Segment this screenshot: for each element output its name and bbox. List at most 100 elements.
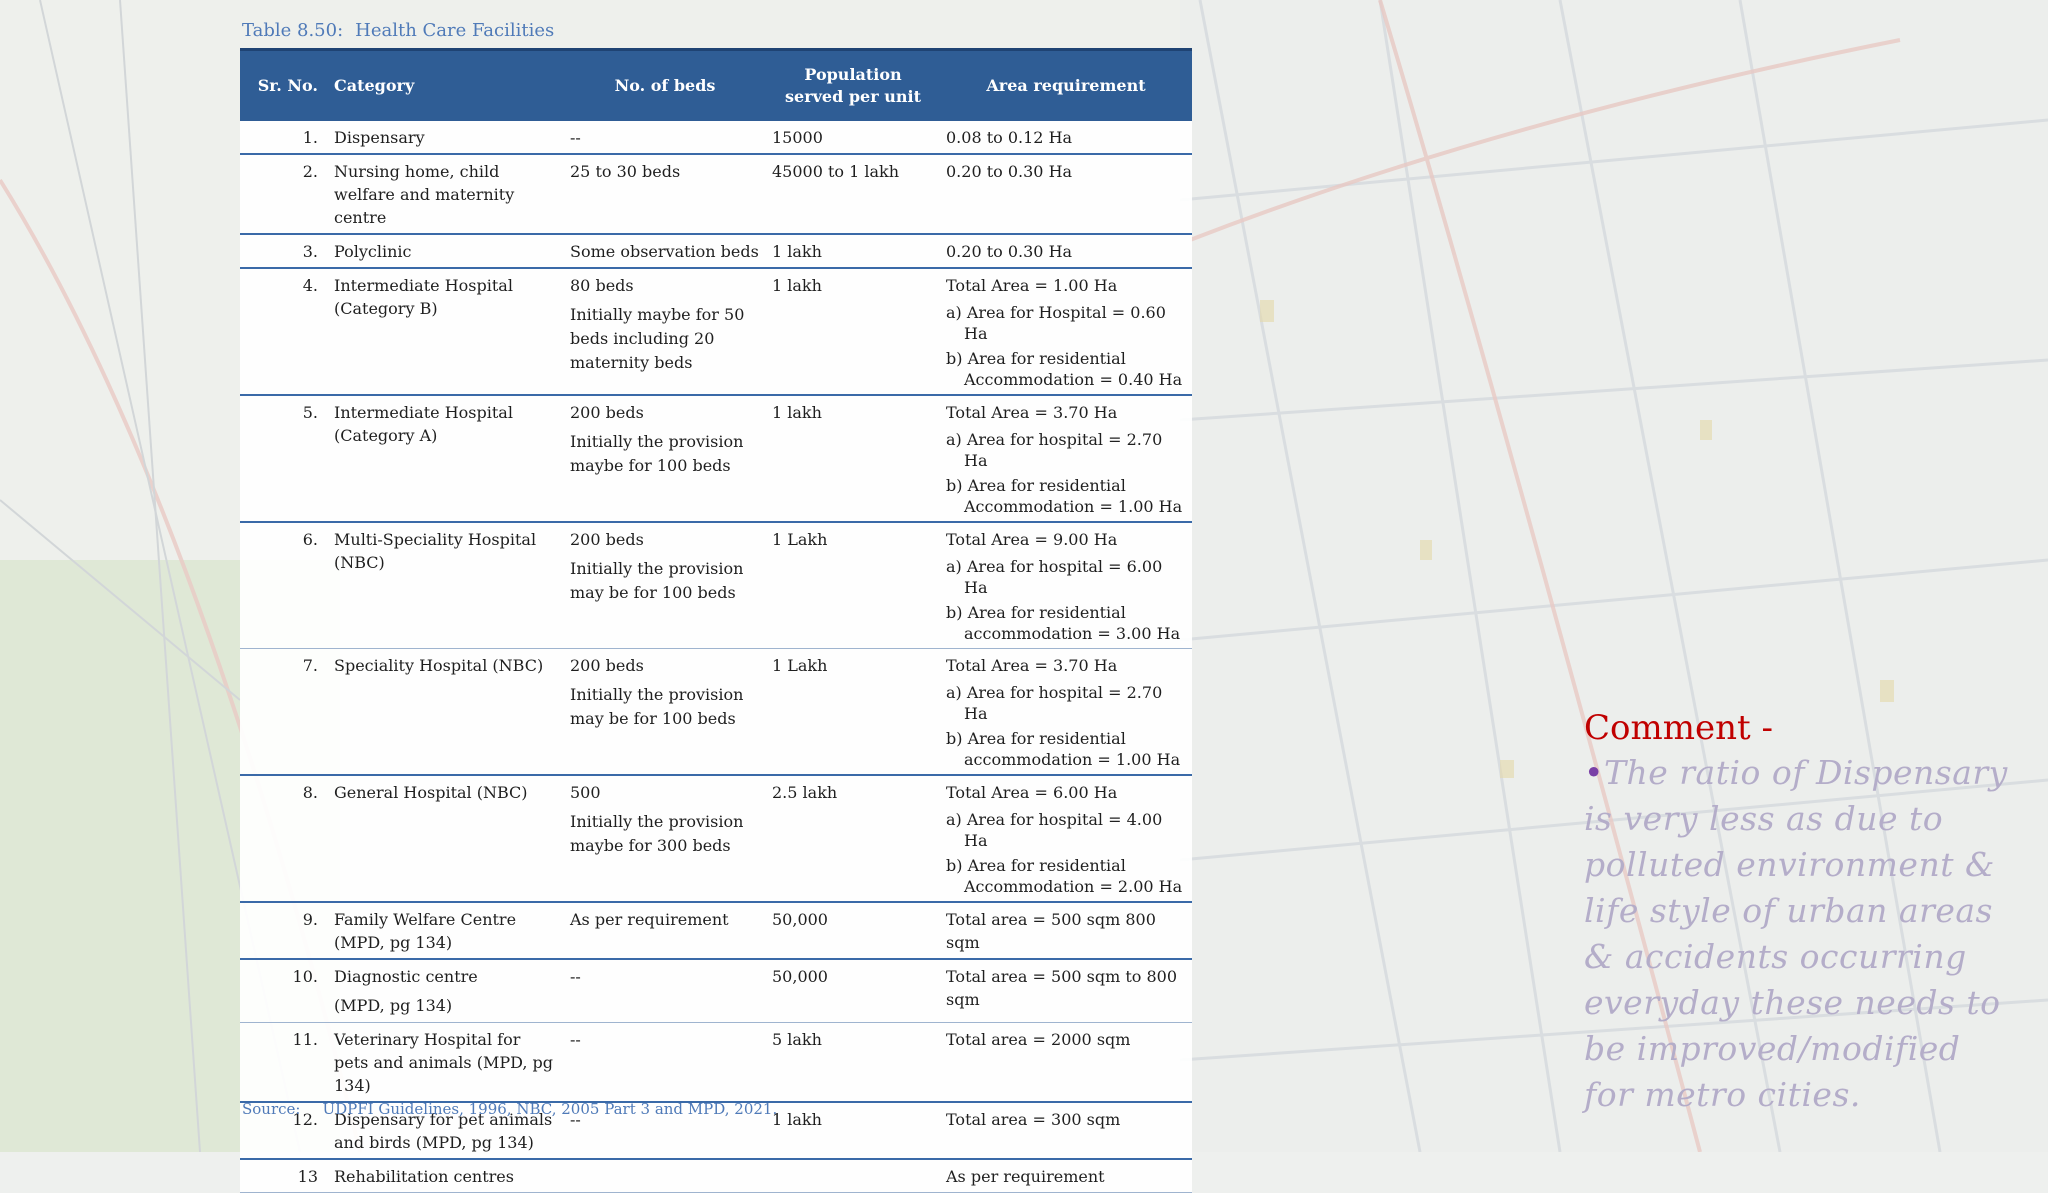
beds-count: 200 beds: [570, 656, 644, 675]
beds-count: 200 beds: [570, 530, 644, 549]
comment-box: Comment - •The ratio of Dispensary is ve…: [1584, 706, 2014, 1118]
area-total: 0.20 to 0.30 Ha: [946, 162, 1073, 181]
cell-area: Total Area = 9.00 Ha a) Area for hospita…: [940, 522, 1192, 649]
cell-population: [766, 1159, 940, 1193]
cell-population: 2.5 lakh: [766, 775, 940, 903]
cell-population: 1 lakh: [766, 1102, 940, 1160]
cell-category: Family Welfare Centre (MPD, pg 134): [328, 902, 564, 960]
bullet-icon: •: [1584, 753, 1604, 792]
cell-population: 45000 to 1 lakh: [766, 154, 940, 235]
cell-population: 1 Lakh: [766, 648, 940, 776]
table-row: 5. Intermediate Hospital (Category A) 20…: [240, 395, 1192, 523]
cell-population: 15000: [766, 121, 940, 155]
cell-beds: --: [564, 1022, 766, 1103]
cell-category: General Hospital (NBC): [328, 775, 564, 903]
beds-note: Initially the provision maybe for 100 be…: [570, 432, 744, 475]
area-total: Total area = 500 sqm to 800 sqm: [946, 967, 1178, 1009]
area-item-a: a) Area for hospital = 2.70 Ha: [946, 683, 1163, 723]
beds-count: 80 beds: [570, 276, 634, 295]
cell-beds: Some observation beds: [564, 234, 766, 269]
cell-beds: 200 beds Initially the provision may be …: [564, 648, 766, 776]
cell-area: Total area = 300 sqm: [940, 1102, 1192, 1160]
area-total: Total Area = 3.70 Ha: [946, 656, 1118, 675]
table-row: 7. Speciality Hospital (NBC) 200 beds In…: [240, 648, 1192, 776]
area-total: As per requirement: [946, 1167, 1105, 1186]
cell-area: 0.08 to 0.12 Ha: [940, 121, 1192, 155]
table-title: Health Care Facilities: [355, 20, 555, 41]
table-header-row: Sr. No. Category No. of beds Population …: [240, 48, 1192, 121]
cell-category: Intermediate Hospital (Category B): [328, 268, 564, 396]
cell-beds: [564, 1159, 766, 1193]
area-item-a: a) Area for hospital = 4.00 Ha: [946, 810, 1163, 850]
cell-sr: 13: [240, 1159, 328, 1193]
table-row: 6. Multi-Speciality Hospital (NBC) 200 b…: [240, 522, 1192, 649]
cell-beds: 500 Initially the provision maybe for 30…: [564, 775, 766, 903]
source-text: UDPFI Guidelines, 1996, NBC, 2005 Part 3…: [322, 1100, 778, 1118]
cell-area: Total area = 500 sqm 800 sqm: [940, 902, 1192, 960]
table-row: 11. Veterinary Hospital for pets and ani…: [240, 1022, 1192, 1103]
area-total: Total area = 500 sqm 800 sqm: [946, 910, 1156, 952]
beds-note: Initially the provision may be for 100 b…: [570, 685, 744, 728]
cell-category: Diagnostic centre (MPD, pg 134): [328, 959, 564, 1023]
area-item-b: b) Area for residential Accommodation = …: [946, 476, 1183, 516]
cell-area: Total Area = 3.70 Ha a) Area for hospita…: [940, 648, 1192, 776]
cell-beds: 200 beds Initially the provision may be …: [564, 522, 766, 649]
cell-sr: 6.: [240, 522, 328, 649]
cell-sr: 3.: [240, 234, 328, 269]
cell-sr: 9.: [240, 902, 328, 960]
comment-text: The ratio of Dispensary is very less as …: [1584, 753, 2008, 1114]
cell-area: Total Area = 1.00 Ha a) Area for Hospita…: [940, 268, 1192, 396]
cell-category: Dispensary: [328, 121, 564, 155]
cell-population: 1 lakh: [766, 395, 940, 523]
cell-population: 50,000: [766, 959, 940, 1023]
cell-beds: 80 beds Initially maybe for 50 beds incl…: [564, 268, 766, 396]
area-item-a: a) Area for hospital = 2.70 Ha: [946, 430, 1163, 470]
cell-population: 5 lakh: [766, 1022, 940, 1103]
cell-sr: 7.: [240, 648, 328, 776]
cell-sr: 8.: [240, 775, 328, 903]
area-total: Total Area = 3.70 Ha: [946, 403, 1118, 422]
cell-population: 1 Lakh: [766, 522, 940, 649]
header-sr-no: Sr. No.: [240, 48, 328, 121]
cell-sr: 5.: [240, 395, 328, 523]
beds-note: Initially the provision may be for 100 b…: [570, 559, 744, 602]
comment-title: Comment -: [1584, 708, 1773, 748]
cell-beds: 25 to 30 beds: [564, 154, 766, 235]
source-label: Source:: [242, 1100, 301, 1118]
cell-sr: 4.: [240, 268, 328, 396]
area-total: 0.20 to 0.30 Ha: [946, 242, 1073, 261]
cell-beds: --: [564, 121, 766, 155]
beds-count: 200 beds: [570, 403, 644, 422]
slide: Table 8.50: Health Care Facilities Sr. N…: [0, 0, 2048, 1193]
area-total: Total area = 300 sqm: [946, 1110, 1121, 1129]
cell-sr: 2.: [240, 154, 328, 235]
table-row: 1. Dispensary -- 15000 0.08 to 0.12 Ha: [240, 121, 1192, 155]
cell-area: 0.20 to 0.30 Ha: [940, 234, 1192, 269]
table-row: 9. Family Welfare Centre (MPD, pg 134) A…: [240, 902, 1192, 960]
table-row: 10. Diagnostic centre (MPD, pg 134) -- 5…: [240, 959, 1192, 1023]
cell-category: Rehabilitation centres: [328, 1159, 564, 1193]
table-number: Table 8.50:: [242, 20, 344, 41]
cell-sr: 10.: [240, 959, 328, 1023]
category-name: Diagnostic centre: [334, 967, 478, 986]
cell-category: Polyclinic: [328, 234, 564, 269]
cell-category: Nursing home, child welfare and maternit…: [328, 154, 564, 235]
cell-area: Total area = 2000 sqm: [940, 1022, 1192, 1103]
area-total: Total area = 2000 sqm: [946, 1030, 1131, 1049]
table-row: 8. General Hospital (NBC) 500 Initially …: [240, 775, 1192, 903]
area-total: Total Area = 6.00 Ha: [946, 783, 1118, 802]
area-total: 0.08 to 0.12 Ha: [946, 128, 1073, 147]
cell-category: Veterinary Hospital for pets and animals…: [328, 1022, 564, 1103]
table-source: Source: UDPFI Guidelines, 1996, NBC, 200…: [242, 1100, 777, 1118]
cell-area: Total area = 500 sqm to 800 sqm: [940, 959, 1192, 1023]
area-item-b: b) Area for residential Accommodation = …: [946, 349, 1183, 389]
cell-area: 0.20 to 0.30 Ha: [940, 154, 1192, 235]
cell-area: As per requirement: [940, 1159, 1192, 1193]
table-row: 4. Intermediate Hospital (Category B) 80…: [240, 268, 1192, 396]
cell-beds: --: [564, 959, 766, 1023]
area-item-b: b) Area for residential Accommodation = …: [946, 856, 1183, 896]
cell-area: Total Area = 6.00 Ha a) Area for hospita…: [940, 775, 1192, 903]
comment-body: •The ratio of Dispensary is very less as…: [1584, 750, 2014, 1118]
cell-sr: 11.: [240, 1022, 328, 1103]
health-facilities-table: Sr. No. Category No. of beds Population …: [240, 48, 1192, 1193]
